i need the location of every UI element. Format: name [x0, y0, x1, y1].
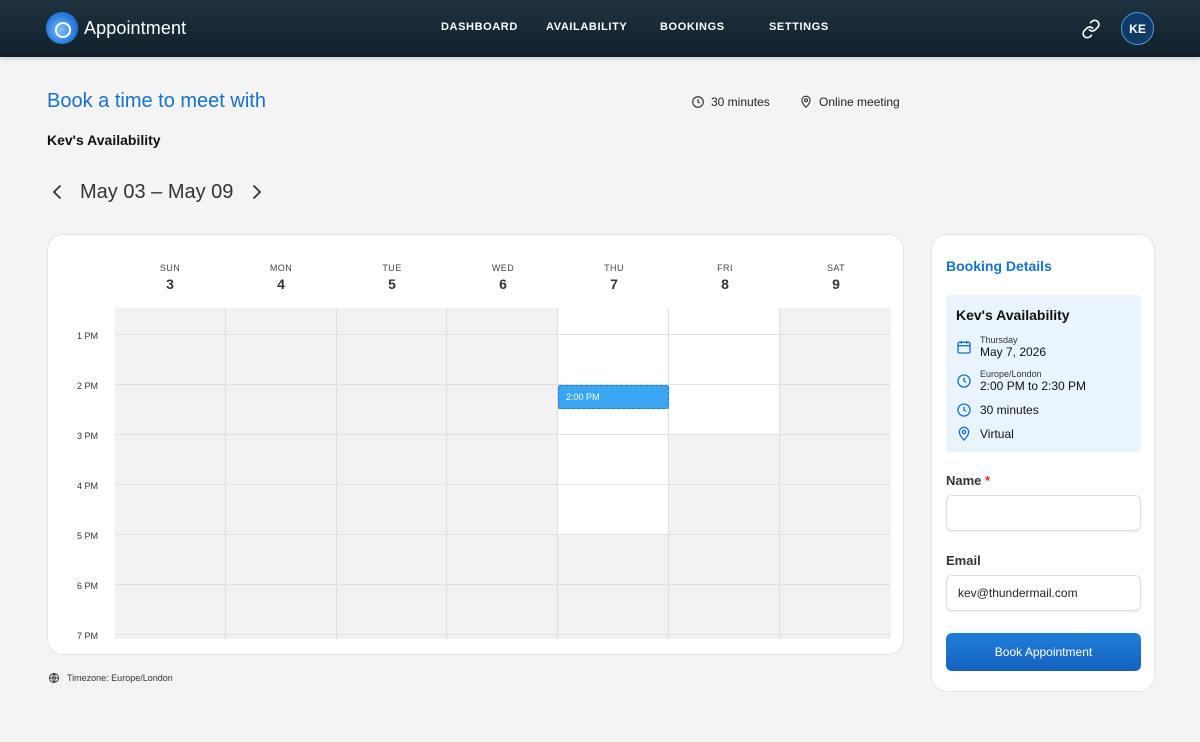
location-meta: Online meeting — [799, 95, 900, 109]
hour-line — [115, 484, 891, 485]
location-pin-icon — [801, 95, 811, 109]
globe-icon — [49, 673, 59, 683]
time-label: 2 PM — [77, 381, 99, 391]
duration-meta: 30 minutes — [691, 95, 770, 109]
summary-date-row: Thursday May 7, 2026 — [956, 335, 1046, 359]
day-date: 6 — [499, 276, 507, 292]
day-header-fri: FRI 8 — [670, 263, 780, 292]
name-label: Name * — [946, 473, 990, 488]
time-label: 3 PM — [77, 431, 99, 441]
book-appointment-button[interactable]: Book Appointment — [946, 633, 1141, 671]
hour-line — [115, 534, 891, 535]
summary-timezone: Europe/London — [980, 369, 1042, 379]
day-name: FRI — [717, 263, 733, 273]
hour-line — [115, 584, 891, 585]
day-header-mon: MON 4 — [226, 263, 336, 292]
day-column-sun — [115, 308, 226, 639]
day-name: TUE — [382, 263, 402, 273]
timezone-text: Timezone: Europe/London — [67, 673, 173, 683]
summary-duration: 30 minutes — [980, 403, 1039, 417]
duration-text: 30 minutes — [711, 95, 770, 109]
day-name: THU — [604, 263, 624, 273]
email-label: Email — [946, 553, 981, 568]
booking-title: Booking Details — [946, 258, 1052, 274]
day-header-tue: TUE 5 — [337, 263, 447, 292]
clock-icon — [957, 374, 971, 388]
summary-day-name: Thursday — [980, 335, 1018, 345]
user-avatar[interactable]: KE — [1121, 12, 1154, 45]
summary-location-row: Virtual — [956, 426, 1014, 442]
clock-icon — [957, 403, 971, 417]
day-date: 5 — [388, 276, 396, 292]
day-column-wed — [447, 308, 558, 639]
day-column-tue — [337, 308, 447, 639]
link-icon[interactable] — [1081, 19, 1101, 39]
summary-date: May 7, 2026 — [980, 345, 1047, 359]
nav-settings[interactable]: SETTINGS — [769, 21, 829, 33]
day-column-fri[interactable] — [669, 308, 780, 639]
day-date: 8 — [721, 276, 729, 292]
day-date: 9 — [832, 276, 840, 292]
selected-time-slot[interactable]: 2:00 PM — [558, 385, 669, 409]
summary-location: Virtual — [980, 427, 1014, 441]
week-range: May 03 – May 09 — [80, 180, 234, 203]
chevron-left-icon[interactable] — [47, 178, 69, 206]
unavailable-block — [669, 435, 779, 639]
day-date: 3 — [166, 276, 174, 292]
location-text: Online meeting — [819, 95, 900, 109]
nav-bookings[interactable]: BOOKINGS — [660, 21, 725, 33]
day-column-thu[interactable] — [558, 308, 669, 639]
day-name: WED — [491, 263, 515, 273]
time-label: 5 PM — [77, 531, 99, 541]
hour-line — [115, 334, 891, 335]
day-column-sat — [780, 308, 891, 639]
day-name: SUN — [159, 263, 181, 273]
time-label: 7 PM — [77, 631, 99, 641]
clock-icon — [692, 96, 704, 108]
name-field[interactable] — [946, 495, 1141, 531]
nav-dashboard[interactable]: DASHBOARD — [441, 21, 518, 33]
summary-duration-row: 30 minutes — [956, 402, 1039, 418]
day-header-thu: THU 7 — [559, 263, 669, 292]
summary-time-row: Europe/London 2:00 PM to 2:30 PM — [956, 369, 1086, 393]
summary-time-range: 2:00 PM to 2:30 PM — [980, 379, 1087, 393]
summary-title: Kev's Availability — [956, 307, 1070, 323]
time-label: 6 PM — [77, 581, 99, 591]
timezone-note: Timezone: Europe/London — [48, 672, 173, 684]
email-field[interactable] — [946, 575, 1141, 611]
day-date: 7 — [610, 276, 618, 292]
day-header-sun: SUN 3 — [115, 263, 225, 292]
day-name: SAT — [826, 263, 846, 273]
nav-availability[interactable]: AVAILABILITY — [546, 21, 627, 33]
calendar-card: SUN 3 MON 4 TUE 5 WED 6 THU 7 FRI 8 SAT … — [47, 234, 904, 655]
unavailable-block — [558, 535, 668, 639]
calendar-owner: Kev's Availability — [47, 132, 161, 148]
day-name: MON — [269, 263, 293, 273]
hour-line — [115, 434, 891, 435]
calendar-icon — [957, 341, 971, 354]
hour-line — [115, 634, 891, 635]
booking-card: Booking Details Kev's Availability Thurs… — [931, 234, 1155, 692]
day-column-mon — [226, 308, 337, 639]
required-marker: * — [985, 473, 991, 488]
day-date: 4 — [277, 276, 285, 292]
location-pin-icon — [958, 426, 970, 441]
day-header-sat: SAT 9 — [781, 263, 891, 292]
time-label: 1 PM — [77, 331, 99, 341]
chevron-right-icon[interactable] — [245, 178, 267, 206]
booking-summary: Kev's Availability Thursday May 7, 2026 … — [946, 295, 1141, 452]
name-label-text: Name — [946, 473, 982, 488]
top-navigation-bar: Appointment DASHBOARD AVAILABILITY BOOKI… — [0, 0, 1200, 57]
week-navigator: May 03 – May 09 — [47, 178, 267, 206]
calendar-grid: 2:00 PM — [115, 308, 891, 639]
time-label: 4 PM — [77, 481, 99, 491]
day-header-wed: WED 6 — [448, 263, 558, 292]
hour-line — [115, 384, 891, 385]
page-title: Book a time to meet with — [47, 90, 266, 112]
main-nav: DASHBOARD AVAILABILITY BOOKINGS SETTINGS — [0, 21, 1200, 37]
